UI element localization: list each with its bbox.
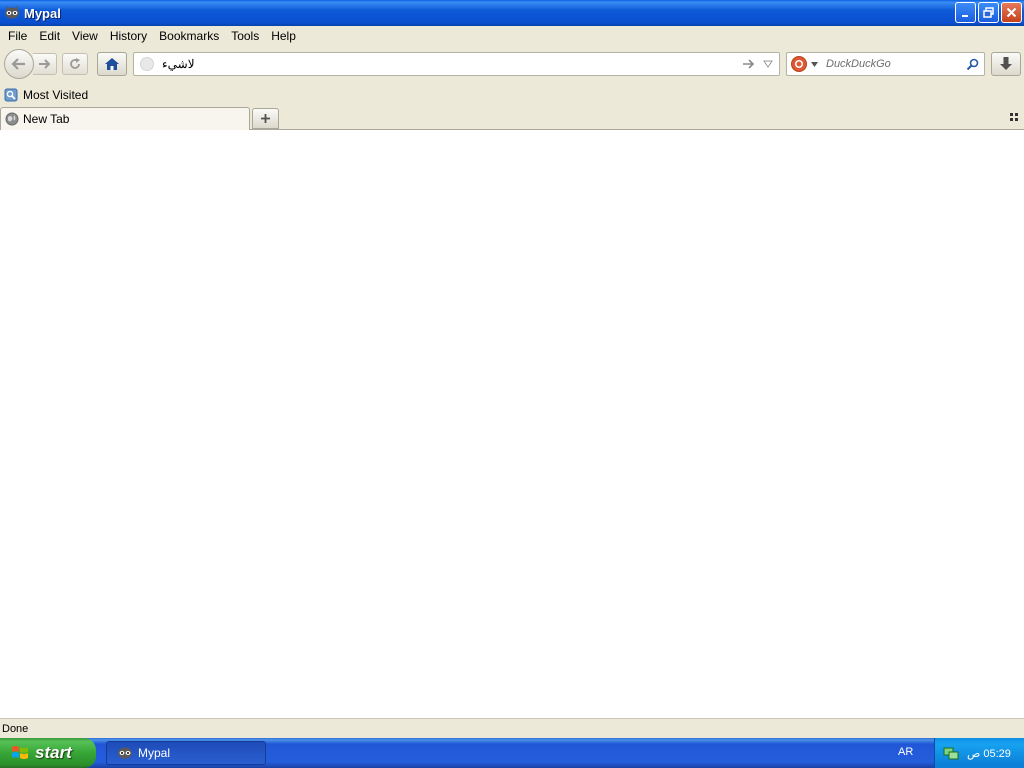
language-indicator[interactable]: AR xyxy=(898,746,913,758)
restore-button[interactable] xyxy=(978,2,999,23)
menu-view[interactable]: View xyxy=(66,29,104,43)
search-magnifier-icon[interactable] xyxy=(964,56,980,72)
back-arrow-icon xyxy=(11,58,25,70)
menu-file[interactable]: File xyxy=(2,29,33,43)
window-title: Mypal xyxy=(24,5,61,21)
forward-arrow-icon xyxy=(38,59,50,69)
start-label: start xyxy=(35,743,72,762)
menu-tools[interactable]: Tools xyxy=(225,29,265,43)
most-visited-folder-icon xyxy=(4,88,18,102)
reload-icon xyxy=(70,58,80,69)
menu-history[interactable]: History xyxy=(104,29,153,43)
home-icon xyxy=(105,58,119,70)
globe-icon xyxy=(5,112,19,126)
downloads-button[interactable] xyxy=(991,52,1021,76)
status-bar: Done xyxy=(0,718,1024,738)
url-input[interactable]: لاشيء xyxy=(162,57,741,71)
bookmark-most-visited[interactable]: Most Visited xyxy=(4,88,88,102)
forward-button[interactable] xyxy=(33,53,57,75)
go-arrow-icon[interactable] xyxy=(741,56,757,72)
status-text: Done xyxy=(2,722,29,735)
plus-icon xyxy=(261,114,270,123)
home-button[interactable] xyxy=(97,52,127,76)
all-tabs-button[interactable] xyxy=(1008,111,1020,123)
network-icon[interactable] xyxy=(943,745,959,761)
url-history-dropdown-icon[interactable] xyxy=(761,56,775,72)
page-favicon-icon xyxy=(140,57,154,71)
taskbar-item-label: Mypal xyxy=(138,746,171,760)
search-bar[interactable]: DuckDuckGo xyxy=(786,52,985,76)
taskbar-item-mypal[interactable]: Mypal xyxy=(106,741,266,765)
menu-bar: File Edit View History Bookmarks Tools H… xyxy=(0,26,1024,46)
bookmarks-toolbar: Most Visited xyxy=(0,84,1024,106)
restore-icon xyxy=(983,7,994,18)
search-input[interactable]: DuckDuckGo xyxy=(826,58,964,70)
download-arrow-icon xyxy=(1000,57,1012,70)
back-button[interactable] xyxy=(4,49,34,79)
reload-button[interactable] xyxy=(62,53,88,75)
windows-logo-icon xyxy=(10,743,30,763)
menu-help[interactable]: Help xyxy=(265,29,302,43)
url-bar[interactable]: لاشيء xyxy=(133,52,780,76)
duckduckgo-icon[interactable] xyxy=(791,56,807,72)
close-icon xyxy=(1006,7,1017,18)
tab-label: New Tab xyxy=(23,112,70,126)
taskbar: start Mypal AR 05:29 ص xyxy=(0,738,1024,768)
start-button[interactable]: start xyxy=(0,738,96,768)
bookmark-label: Most Visited xyxy=(23,88,89,102)
minimize-button[interactable] xyxy=(955,2,976,23)
clock[interactable]: 05:29 ص xyxy=(967,747,1011,760)
minimize-icon xyxy=(961,14,968,17)
mypal-raccoon-icon xyxy=(4,5,20,21)
grid-icon xyxy=(1010,113,1018,121)
tab-new-tab[interactable]: New Tab xyxy=(0,107,250,130)
menu-edit[interactable]: Edit xyxy=(33,29,66,43)
system-tray: 05:29 ص xyxy=(934,738,1024,768)
search-engine-dropdown-icon[interactable] xyxy=(810,60,818,68)
mypal-raccoon-icon xyxy=(117,745,133,761)
close-button[interactable] xyxy=(1001,2,1022,23)
menu-bookmarks[interactable]: Bookmarks xyxy=(153,29,225,43)
navigation-toolbar: لاشيء DuckDuckGo xyxy=(0,46,1024,82)
new-tab-button[interactable] xyxy=(252,108,279,129)
window-titlebar[interactable]: Mypal xyxy=(0,0,1024,26)
page-content[interactable] xyxy=(0,130,1024,718)
tab-strip: New Tab xyxy=(0,106,1024,130)
